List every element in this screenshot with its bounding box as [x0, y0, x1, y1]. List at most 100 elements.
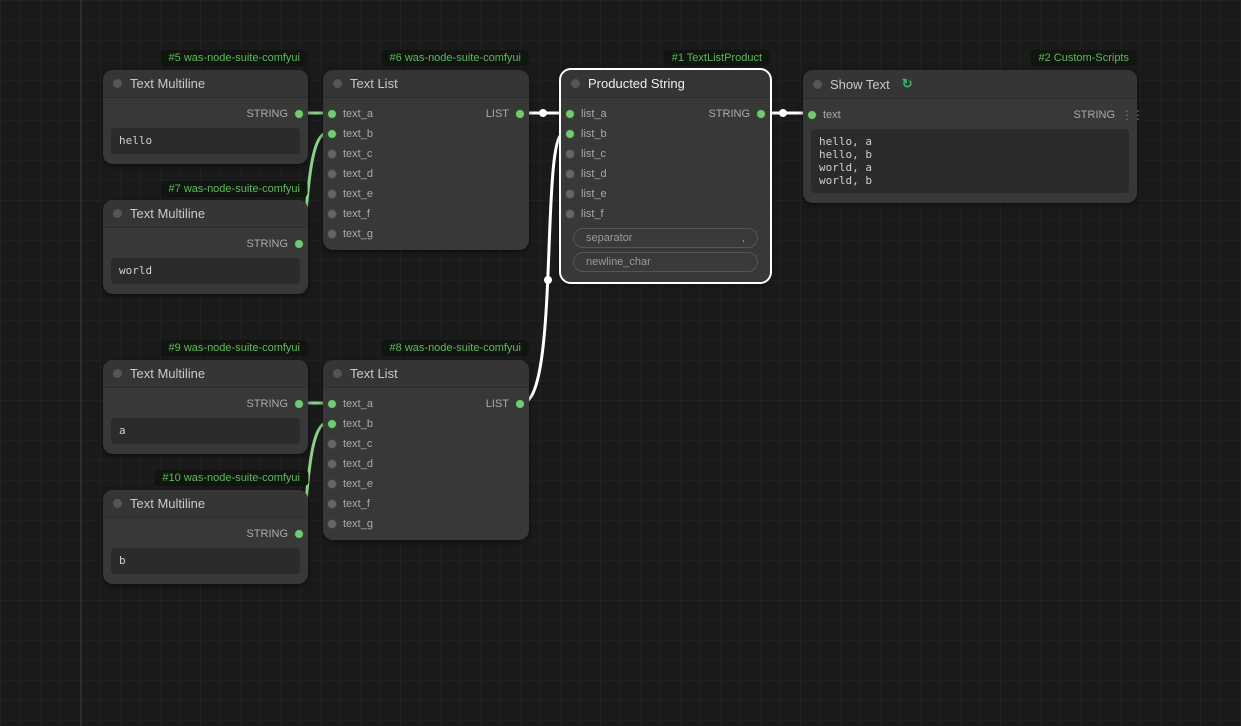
node-title: Text Multiline: [130, 206, 205, 221]
node-text-multiline-10[interactable]: Text Multiline STRING b: [103, 490, 308, 584]
input-label: text: [823, 109, 841, 121]
node-title: Text Multiline: [130, 366, 205, 381]
input-label: list_d: [581, 168, 607, 180]
input-port[interactable]: [327, 479, 337, 489]
input-port[interactable]: [565, 209, 575, 219]
collapse-dot-icon[interactable]: [333, 369, 342, 378]
input-port[interactable]: [327, 519, 337, 529]
node-title: Producted String: [588, 76, 685, 91]
widget-newline-char[interactable]: newline_char: [573, 252, 758, 272]
result-output: hello, a hello, b world, a world, b: [811, 129, 1129, 193]
input-label: text_f: [343, 208, 370, 220]
input-label: text_b: [343, 418, 373, 430]
input-port[interactable]: [327, 459, 337, 469]
node-tag: #7 was-node-suite-comfyui: [161, 181, 308, 197]
input-label: text_g: [343, 518, 373, 530]
node-tag: #10 was-node-suite-comfyui: [154, 470, 308, 486]
collapse-dot-icon[interactable]: [333, 79, 342, 88]
node-title-bar[interactable]: Text Multiline: [103, 490, 308, 518]
output-port-list[interactable]: [515, 399, 525, 409]
input-label: text_a: [343, 398, 373, 410]
refresh-icon[interactable]: ↻: [902, 76, 913, 92]
node-title: Text Multiline: [130, 76, 205, 91]
input-label: list_e: [581, 188, 607, 200]
widget-label: separator: [586, 232, 632, 244]
input-label: text_d: [343, 168, 373, 180]
input-port[interactable]: [327, 399, 337, 409]
widget-separator[interactable]: separator ,: [573, 228, 758, 248]
input-label: list_c: [581, 148, 606, 160]
collapse-dot-icon[interactable]: [113, 369, 122, 378]
node-text-multiline-9[interactable]: Text Multiline STRING a: [103, 360, 308, 454]
input-port[interactable]: [327, 109, 337, 119]
output-port-string[interactable]: [756, 109, 766, 119]
grip-icon[interactable]: ⋮⋮: [1121, 108, 1133, 122]
collapse-dot-icon[interactable]: [571, 79, 580, 88]
collapse-dot-icon[interactable]: [113, 79, 122, 88]
input-port[interactable]: [327, 129, 337, 139]
input-port[interactable]: [327, 149, 337, 159]
output-port-string[interactable]: [294, 529, 304, 539]
node-producted-string-1[interactable]: Producted String STRING list_a list_b li…: [561, 70, 770, 282]
output-label: STRING: [246, 398, 288, 410]
node-title-bar[interactable]: Show Text ↻: [803, 70, 1137, 99]
input-port[interactable]: [327, 419, 337, 429]
node-title-bar[interactable]: Text Multiline: [103, 70, 308, 98]
input-label: text_d: [343, 458, 373, 470]
input-label: text_e: [343, 478, 373, 490]
collapse-dot-icon[interactable]: [113, 209, 122, 218]
widget-value: ,: [742, 232, 745, 244]
node-title-bar[interactable]: Producted String: [561, 70, 770, 98]
widget-label: newline_char: [586, 256, 651, 268]
input-port[interactable]: [327, 169, 337, 179]
input-label: text_c: [343, 438, 372, 450]
output-label: STRING: [708, 108, 750, 120]
input-port[interactable]: [565, 129, 575, 139]
node-text-multiline-7[interactable]: Text Multiline STRING world: [103, 200, 308, 294]
input-port[interactable]: [807, 110, 817, 120]
text-input[interactable]: a: [111, 418, 300, 444]
collapse-dot-icon[interactable]: [813, 80, 822, 89]
node-text-list-8[interactable]: Text List LIST text_a text_b text_c text…: [323, 360, 529, 540]
input-port[interactable]: [327, 229, 337, 239]
node-title-bar[interactable]: Text List: [323, 70, 529, 98]
text-input[interactable]: hello: [111, 128, 300, 154]
output-port-string[interactable]: [294, 399, 304, 409]
node-show-text-2[interactable]: Show Text ↻ STRING ⋮⋮ text hello, a hello…: [803, 70, 1137, 203]
node-text-list-6[interactable]: Text List LIST text_a text_b text_c text…: [323, 70, 529, 250]
input-label: text_g: [343, 228, 373, 240]
input-port[interactable]: [565, 149, 575, 159]
node-tag: #9 was-node-suite-comfyui: [161, 340, 308, 356]
node-text-multiline-5[interactable]: Text Multiline STRING hello: [103, 70, 308, 164]
input-port[interactable]: [565, 109, 575, 119]
node-title: Text List: [350, 76, 398, 91]
output-label: STRING: [1073, 109, 1115, 121]
input-port[interactable]: [565, 189, 575, 199]
input-port[interactable]: [565, 169, 575, 179]
node-tag: #2 Custom-Scripts: [1031, 50, 1137, 66]
node-title-bar[interactable]: Text List: [323, 360, 529, 388]
input-port[interactable]: [327, 209, 337, 219]
node-title-bar[interactable]: Text Multiline: [103, 360, 308, 388]
node-title-bar[interactable]: Text Multiline: [103, 200, 308, 228]
node-title: Text List: [350, 366, 398, 381]
input-port[interactable]: [327, 499, 337, 509]
output-port-list[interactable]: [515, 109, 525, 119]
output-label: LIST: [486, 398, 509, 410]
input-port[interactable]: [327, 439, 337, 449]
input-label: text_c: [343, 148, 372, 160]
input-label: text_b: [343, 128, 373, 140]
text-input[interactable]: b: [111, 548, 300, 574]
text-input[interactable]: world: [111, 258, 300, 284]
input-label: list_f: [581, 208, 604, 220]
output-port-string[interactable]: [294, 239, 304, 249]
node-tag: #8 was-node-suite-comfyui: [382, 340, 529, 356]
input-label: text_a: [343, 108, 373, 120]
node-tag: #1 TextListProduct: [664, 50, 770, 66]
node-tag: #5 was-node-suite-comfyui: [161, 50, 308, 66]
input-port[interactable]: [327, 189, 337, 199]
input-label: list_b: [581, 128, 607, 140]
output-port-string[interactable]: [294, 109, 304, 119]
node-title: Show Text: [830, 77, 890, 92]
collapse-dot-icon[interactable]: [113, 499, 122, 508]
